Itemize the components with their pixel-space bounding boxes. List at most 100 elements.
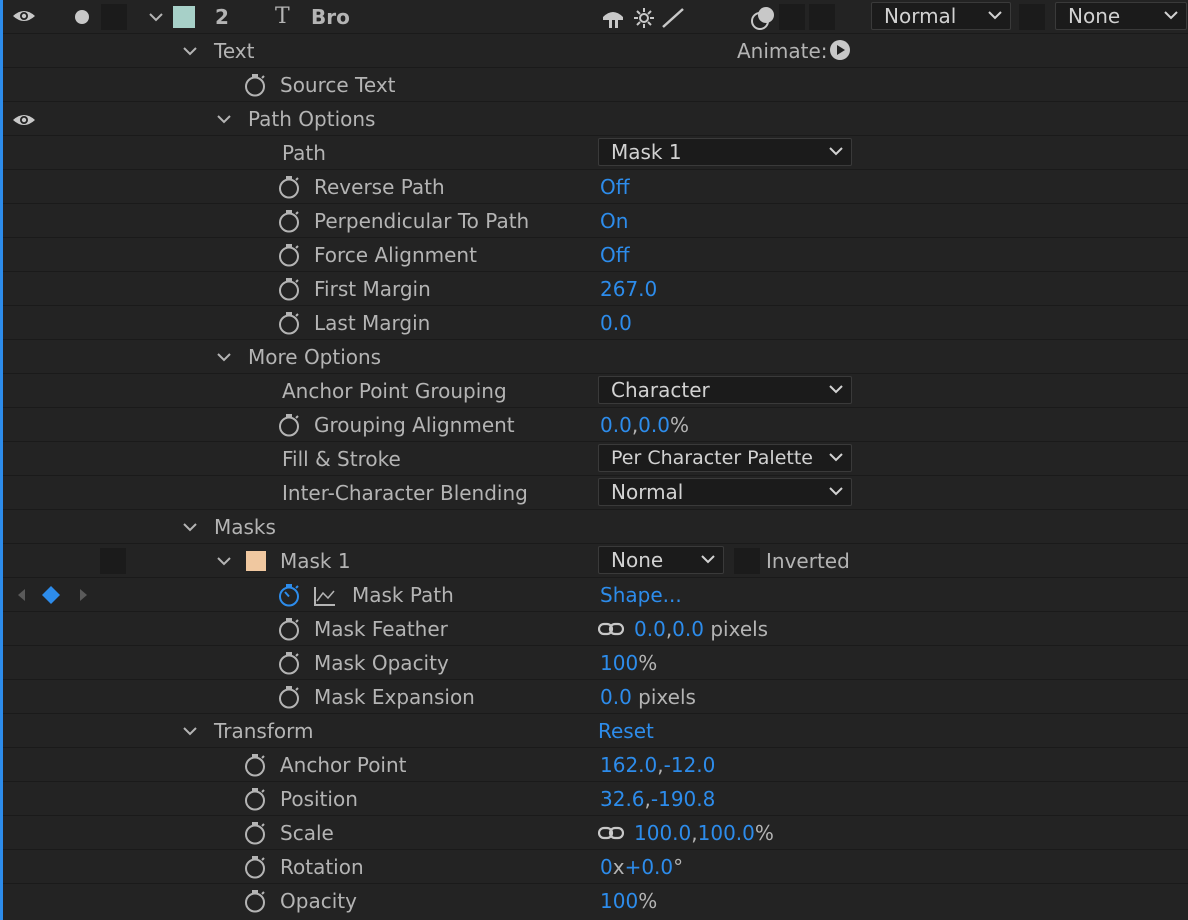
shy-icon[interactable] xyxy=(601,7,625,29)
chevron-down-icon[interactable] xyxy=(215,552,233,570)
anchor-point-x[interactable]: 162.0 xyxy=(600,753,657,777)
path-options-row[interactable]: Path Options xyxy=(3,102,1188,136)
stopwatch-icon[interactable] xyxy=(243,889,267,913)
mask-lock-toggle[interactable] xyxy=(100,548,126,574)
next-keyframe-icon[interactable] xyxy=(79,588,89,602)
stopwatch-icon[interactable] xyxy=(277,311,301,335)
anchor-grouping-row[interactable]: Anchor Point Grouping Character xyxy=(3,374,1188,408)
layer-twirl-chevron-down-icon[interactable] xyxy=(147,8,165,26)
position-y[interactable]: -190.8 xyxy=(651,787,715,811)
stopwatch-icon[interactable] xyxy=(243,821,267,845)
rotation-degrees[interactable]: +0.0 xyxy=(625,855,674,879)
grouping-alignment-x[interactable]: 0.0 xyxy=(600,413,632,437)
keyframe-diamond-icon[interactable] xyxy=(41,585,61,605)
solo-icon[interactable] xyxy=(75,10,89,24)
animate-play-icon[interactable] xyxy=(829,39,851,61)
track-matte-dropdown[interactable]: None xyxy=(1055,2,1187,30)
mask1-label[interactable]: Mask 1 xyxy=(280,549,351,573)
reverse-path-row[interactable]: Reverse Path Off xyxy=(3,170,1188,204)
mask-feather-row[interactable]: Mask Feather 0.0,0.0 pixels xyxy=(3,612,1188,646)
stopwatch-icon[interactable] xyxy=(243,753,267,777)
stopwatch-icon[interactable] xyxy=(277,685,301,709)
stopwatch-icon[interactable] xyxy=(277,413,301,437)
stopwatch-icon[interactable] xyxy=(243,787,267,811)
layer-row[interactable]: 2 T Bro Normal None xyxy=(3,0,1188,34)
effects-icon[interactable] xyxy=(749,4,777,32)
anchor-point-y[interactable]: -12.0 xyxy=(664,753,716,777)
reset-link[interactable]: Reset xyxy=(598,719,654,743)
opacity-number[interactable]: 100 xyxy=(600,889,638,913)
chevron-down-icon[interactable] xyxy=(181,722,199,740)
more-options-row[interactable]: More Options xyxy=(3,340,1188,374)
chevron-down-icon[interactable] xyxy=(181,518,199,536)
chevron-down-icon[interactable] xyxy=(181,42,199,60)
mask-path-value[interactable]: Shape... xyxy=(600,583,682,607)
last-margin-row[interactable]: Last Margin 0.0 xyxy=(3,306,1188,340)
scale-y[interactable]: 100.0 xyxy=(698,821,755,845)
transform-group-row[interactable]: Transform Reset xyxy=(3,714,1188,748)
last-margin-value[interactable]: 0.0 xyxy=(600,311,632,335)
preserve-transparency-toggle[interactable] xyxy=(1019,4,1045,30)
quality-icon[interactable] xyxy=(661,7,685,29)
graph-icon[interactable] xyxy=(313,585,337,607)
lock-toggle[interactable] xyxy=(101,4,127,30)
mask-feather-x[interactable]: 0.0 xyxy=(634,617,666,641)
first-margin-value[interactable]: 267.0 xyxy=(600,277,657,301)
fill-stroke-row[interactable]: Fill & Stroke Per Character Palette xyxy=(3,442,1188,476)
text-group-row[interactable]: Text Animate: xyxy=(3,34,1188,68)
grouping-alignment-y[interactable]: 0.0 xyxy=(638,413,670,437)
mask-opacity-row[interactable]: Mask Opacity 100% xyxy=(3,646,1188,680)
mask1-row[interactable]: Mask 1 None Inverted xyxy=(3,544,1188,578)
mask-opacity-number[interactable]: 100 xyxy=(600,651,638,675)
rotation-row[interactable]: Rotation 0x+0.0° xyxy=(3,850,1188,884)
inverted-checkbox[interactable] xyxy=(734,548,760,574)
motion-blur-toggle[interactable] xyxy=(779,4,805,30)
force-alignment-row[interactable]: Force Alignment Off xyxy=(3,238,1188,272)
layer-label-color-swatch[interactable] xyxy=(173,6,195,28)
masks-group-row[interactable]: Masks xyxy=(3,510,1188,544)
perpendicular-row[interactable]: Perpendicular To Path On xyxy=(3,204,1188,238)
stopwatch-icon[interactable] xyxy=(277,209,301,233)
anchor-grouping-dropdown[interactable]: Character xyxy=(598,376,852,404)
adjustment-layer-toggle[interactable] xyxy=(809,4,835,30)
stopwatch-active-icon[interactable] xyxy=(277,583,301,607)
perpendicular-value[interactable]: On xyxy=(600,209,628,233)
link-icon[interactable] xyxy=(598,826,624,840)
scale-x[interactable]: 100.0 xyxy=(634,821,691,845)
stopwatch-icon[interactable] xyxy=(243,73,267,97)
rotation-turns[interactable]: 0 xyxy=(600,855,613,879)
mask-expansion-row[interactable]: Mask Expansion 0.0 pixels xyxy=(3,680,1188,714)
reverse-path-value[interactable]: Off xyxy=(600,175,630,199)
scale-row[interactable]: Scale 100.0,100.0% xyxy=(3,816,1188,850)
position-x[interactable]: 32.6 xyxy=(600,787,645,811)
link-icon[interactable] xyxy=(598,622,624,636)
anchor-point-row[interactable]: Anchor Point 162.0,-12.0 xyxy=(3,748,1188,782)
eye-icon[interactable] xyxy=(12,112,36,128)
first-margin-row[interactable]: First Margin 267.0 xyxy=(3,272,1188,306)
stopwatch-icon[interactable] xyxy=(277,277,301,301)
position-row[interactable]: Position 32.6,-190.8 xyxy=(3,782,1188,816)
mask-path-row[interactable]: Mask Path Shape... xyxy=(3,578,1188,612)
blending-dropdown[interactable]: Normal xyxy=(598,478,852,506)
eye-icon[interactable] xyxy=(12,8,36,24)
stopwatch-icon[interactable] xyxy=(243,855,267,879)
stopwatch-icon[interactable] xyxy=(277,243,301,267)
chevron-down-icon[interactable] xyxy=(215,110,233,128)
stopwatch-icon[interactable] xyxy=(277,617,301,641)
blending-row[interactable]: Inter-Character Blending Normal xyxy=(3,476,1188,510)
fill-stroke-dropdown[interactable]: Per Character Palette xyxy=(598,444,852,472)
mask-expansion-number[interactable]: 0.0 xyxy=(600,685,632,709)
mask-mode-dropdown[interactable]: None xyxy=(598,546,724,574)
stopwatch-icon[interactable] xyxy=(277,175,301,199)
chevron-down-icon[interactable] xyxy=(215,348,233,366)
mask-color-swatch[interactable] xyxy=(246,551,266,571)
force-alignment-value[interactable]: Off xyxy=(600,243,630,267)
stopwatch-icon[interactable] xyxy=(277,651,301,675)
layer-name[interactable]: Bro xyxy=(311,5,350,29)
collapse-transformations-icon[interactable] xyxy=(633,7,655,29)
blend-mode-dropdown[interactable]: Normal xyxy=(871,2,1011,30)
path-row[interactable]: Path Mask 1 xyxy=(3,136,1188,170)
grouping-alignment-row[interactable]: Grouping Alignment 0.0,0.0% xyxy=(3,408,1188,442)
previous-keyframe-icon[interactable] xyxy=(16,588,26,602)
opacity-row[interactable]: Opacity 100% xyxy=(3,884,1188,918)
